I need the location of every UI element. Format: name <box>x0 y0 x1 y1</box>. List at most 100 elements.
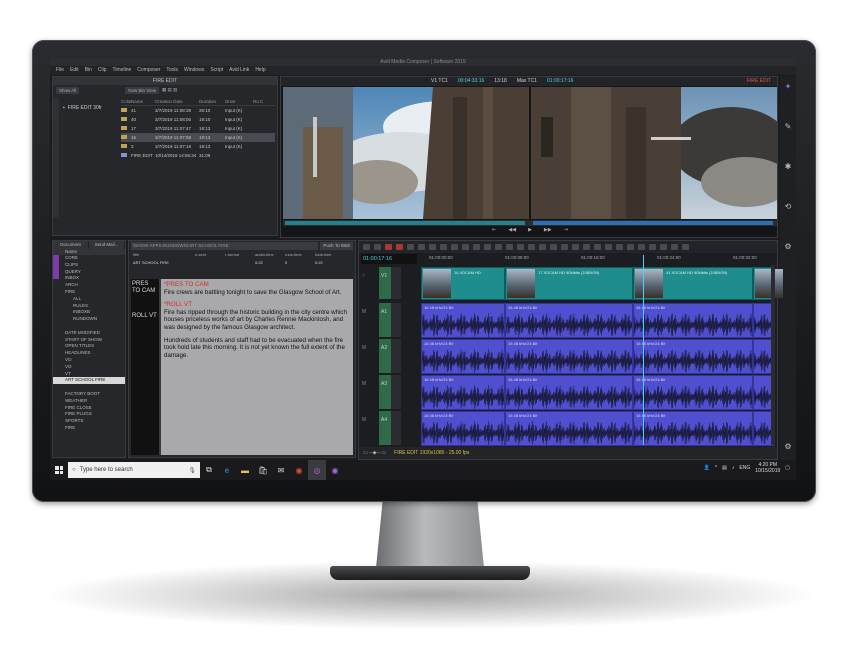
bin-view-icons[interactable]: ▦ ▤ ▥ <box>162 87 177 93</box>
volume-icon[interactable]: ♪ <box>732 465 735 471</box>
file-explorer-icon[interactable]: ▬ <box>236 460 254 480</box>
timeline-tool-button[interactable] <box>649 244 656 250</box>
tree-item[interactable]: QUERY <box>53 269 125 276</box>
tree-item[interactable] <box>53 323 125 330</box>
track-header-a2[interactable]: M A2 <box>359 339 419 373</box>
meta-value[interactable] <box>195 259 225 267</box>
menu-item[interactable]: Bin <box>85 66 92 75</box>
bin-column-header[interactable]: Ro C <box>253 97 263 105</box>
audio-clip[interactable]: 16 48 kHz/24 Bit <box>633 411 753 446</box>
tree-item[interactable]: VO <box>53 357 125 364</box>
timeline-ruler[interactable]: 01:00:00:00 01:00:08:00 01:00:16:00 01:00:2… <box>419 255 777 263</box>
bin-column-header[interactable]: Color <box>121 97 132 105</box>
audio-clip[interactable]: 16 48 kHz/24 Bit <box>421 375 505 410</box>
timeline-tool-button[interactable] <box>451 244 458 250</box>
playhead[interactable] <box>643 255 644 445</box>
source-monitor-frame[interactable] <box>283 87 529 219</box>
table-row[interactable]: 41 3/7/2019 11:08:38 28:10 Input (K) <box>121 106 275 115</box>
step-forward-button[interactable]: ▶▶ <box>544 227 552 237</box>
tree-item[interactable]: FACTORY BOOT <box>53 391 125 398</box>
menu-item[interactable]: Script <box>210 66 223 75</box>
tree-item[interactable]: WEATHER <box>53 398 125 405</box>
track-header-a3[interactable]: M A3 <box>359 375 419 409</box>
edge-icon[interactable]: e <box>218 460 236 480</box>
language-indicator[interactable]: ENG <box>739 465 750 471</box>
cue-item[interactable]: PRES TO CAM <box>131 279 159 297</box>
menu-item[interactable]: Clip <box>98 66 107 75</box>
track-select[interactable] <box>379 267 391 299</box>
audio-clip[interactable]: 16 48 kHz/24 Bit <box>505 339 633 374</box>
bin-column-header[interactable]: Name <box>131 97 155 105</box>
zoom-slider[interactable]: ▭ ─◆─ ▭ <box>363 450 386 456</box>
track-record[interactable] <box>391 339 401 373</box>
position-bars[interactable] <box>283 220 777 226</box>
timeline-tool-button[interactable] <box>539 244 546 250</box>
mute-button[interactable]: M <box>362 345 366 351</box>
network-icon[interactable]: ▤ <box>722 465 727 471</box>
timeline-tool-button[interactable] <box>638 244 645 250</box>
timeline-tool-button[interactable] <box>473 244 480 250</box>
mute-button[interactable]: M <box>362 381 366 387</box>
tab-document[interactable]: Document <box>53 241 89 249</box>
show-all-dropdown[interactable]: Show All <box>56 86 80 94</box>
table-row[interactable]: 16 3/7/2019 11:07:58 19:13 Input (K) <box>121 133 275 142</box>
task-view-icon[interactable]: ⧉ <box>200 460 218 480</box>
menu-item[interactable]: Avid Link <box>229 66 249 75</box>
chrome-icon[interactable]: ◉ <box>290 460 308 480</box>
tree-item[interactable]: START OF SHOW <box>53 337 125 344</box>
timeline-tool-button[interactable] <box>572 244 579 250</box>
audio-clip[interactable]: 16 48 kHz/24 Bit <box>505 375 633 410</box>
track-header-a4[interactable]: M A4 <box>359 411 419 445</box>
timeline-tool-button[interactable] <box>682 244 689 250</box>
bin-column-header[interactable]: Drive <box>225 97 253 105</box>
tree-item[interactable]: RULES <box>53 303 125 310</box>
timeline-tool-button[interactable] <box>616 244 623 250</box>
timeline-tool-button[interactable] <box>506 244 513 250</box>
story-text[interactable]: *PRES TO CAM Fire crews are battling ton… <box>161 279 353 455</box>
menu-item[interactable]: Timeline <box>113 66 132 75</box>
track-header-v1[interactable]: ○ V1 <box>359 267 419 299</box>
video-clip[interactable]: 41 XDCAM HD 50Mbits (1080i/59) <box>633 267 753 300</box>
microphone-icon[interactable]: 🎙 <box>188 467 196 474</box>
tree-item[interactable]: VO <box>53 364 125 371</box>
bin-column-header[interactable]: Duration <box>199 97 225 105</box>
timeline-tool-button[interactable] <box>528 244 535 250</box>
menu-item[interactable]: Windows <box>184 66 204 75</box>
play-button[interactable]: ▶ <box>528 227 532 237</box>
tree-item[interactable]: ARCH <box>53 282 125 289</box>
timeline-tool-button[interactable] <box>583 244 590 250</box>
tab-send-mail[interactable]: Send Mail... <box>89 241 125 249</box>
timeline-scrollbar[interactable] <box>771 265 775 445</box>
timeline-tool-button[interactable] <box>374 244 381 250</box>
track-record[interactable] <box>391 375 401 409</box>
menu-item[interactable]: File <box>56 66 64 75</box>
menu-item[interactable]: Composer <box>137 66 160 75</box>
mute-button[interactable]: M <box>362 417 366 423</box>
menu-item[interactable]: Edit <box>70 66 79 75</box>
meta-value[interactable]: 0 <box>285 259 315 267</box>
table-row[interactable]: 17 3/7/2019 11:07:47 19:13 Input (K) <box>121 124 275 133</box>
record-monitor-frame[interactable] <box>531 87 777 219</box>
start-button[interactable] <box>50 460 68 480</box>
timeline-tool-button[interactable] <box>627 244 634 250</box>
timeline-tool-button[interactable] <box>407 244 414 250</box>
bin-column-header[interactable]: Creation Date <box>155 97 199 105</box>
video-clip[interactable]: 16 XDCAM HD <box>421 267 505 300</box>
tree-item[interactable]: HEADLINES <box>53 350 125 357</box>
tree-item[interactable]: FIRE PLUGS <box>53 411 125 418</box>
pen-icon[interactable]: ✎ <box>783 122 793 132</box>
mail-icon[interactable]: ✉ <box>272 460 290 480</box>
tree-item[interactable]: CORE <box>53 255 125 262</box>
rewind-icon[interactable]: ⟲ <box>783 202 793 212</box>
media-composer-icon[interactable]: ◎ <box>308 460 326 480</box>
track-header-a1[interactable]: M A1 <box>359 303 419 337</box>
video-clip[interactable]: 17 XDCAM HD 50Mbits (1080i/59) <box>505 267 633 300</box>
avid-app-icon[interactable]: ◉ <box>326 460 344 480</box>
meta-value[interactable]: ART SCHOOL FIRE <box>133 259 195 267</box>
project-item[interactable]: ▪ FIRE EDIT 30fr <box>55 105 119 111</box>
audio-clip[interactable]: 16 48 kHz/24 Bit <box>421 339 505 374</box>
track-record[interactable] <box>391 267 401 299</box>
table-row[interactable]: 3 3/7/2019 11:07:18 19:13 Input (K) <box>121 142 275 151</box>
chevron-up-icon[interactable]: ^ <box>715 465 717 471</box>
audio-clip[interactable]: 16 48 kHz/24 Bit <box>633 303 753 338</box>
